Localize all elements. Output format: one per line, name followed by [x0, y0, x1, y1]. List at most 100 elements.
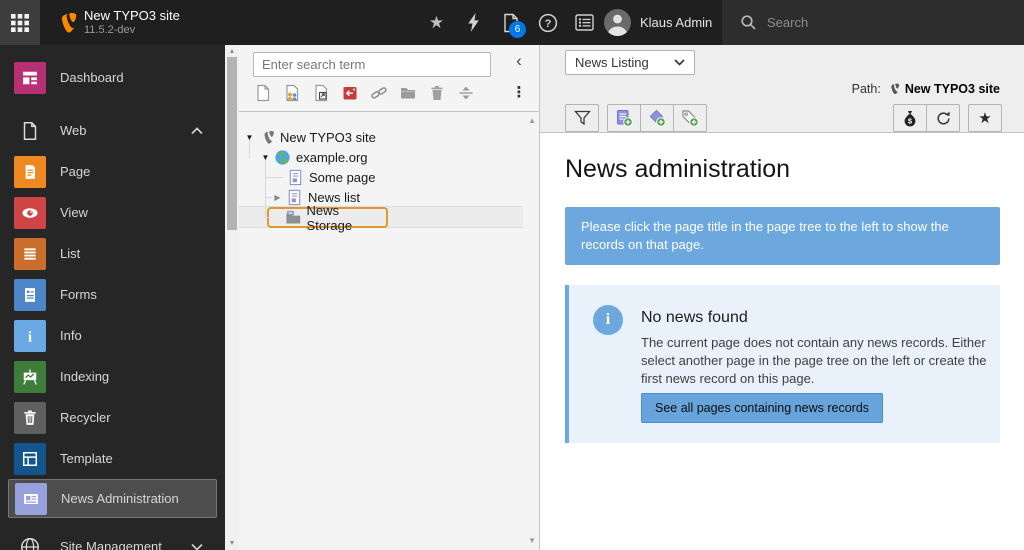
funnel-icon — [574, 110, 591, 126]
docheader-buttons-right: $ ★ — [893, 104, 1002, 132]
tree-node-label: New TYPO3 site — [280, 130, 376, 145]
new-page-icon[interactable] — [254, 84, 272, 102]
bookmark-button[interactable]: ★ — [968, 104, 1002, 132]
sidebar-item-info[interactable]: i Info — [0, 315, 225, 356]
sidebar-item-recycler[interactable]: Recycler — [0, 397, 225, 438]
tree-node-some-page[interactable]: Some page — [239, 167, 539, 187]
svg-text:?: ? — [544, 18, 551, 30]
chevron-down-icon — [191, 543, 203, 550]
new-folder-icon[interactable] — [399, 84, 417, 102]
page-tree: ▼ New TYPO3 site ▼ example.org — [239, 112, 539, 549]
chevron-up-icon — [191, 127, 203, 135]
tree-more-options-button[interactable]: ⋮ — [511, 83, 527, 101]
tree-node-news-list[interactable]: ▶ News list — [239, 187, 539, 207]
view-module-icon — [14, 197, 46, 229]
module-menu: Dashboard Web Page — [0, 45, 225, 550]
search-input[interactable] — [767, 15, 967, 30]
sidebar-group-label: Web — [60, 123, 87, 138]
tree-node-root[interactable]: ▼ New TYPO3 site — [239, 127, 539, 147]
module-menu-toggle-button[interactable] — [0, 0, 40, 45]
add-news-record-button[interactable] — [607, 104, 641, 132]
scrollbar-thumb[interactable] — [227, 57, 237, 230]
list-module-icon — [14, 238, 46, 270]
refresh-button[interactable] — [926, 104, 960, 132]
sidebar-item-forms[interactable]: Forms — [0, 274, 225, 315]
filter-button[interactable] — [565, 104, 599, 132]
donate-button[interactable]: $ — [893, 104, 927, 132]
sidebar-group-web[interactable]: Web — [0, 110, 225, 151]
sidebar-item-template[interactable]: Template — [0, 438, 225, 479]
add-category-button[interactable] — [640, 104, 674, 132]
site-management-group-icon — [14, 531, 46, 550]
callout-title: No news found — [641, 309, 748, 327]
web-group-icon — [14, 115, 46, 147]
path-label: Path: — [852, 82, 881, 96]
tree-node-news-storage[interactable]: News Storage — [239, 206, 523, 228]
page-title: News administration — [565, 155, 790, 184]
username: Klaus Admin — [640, 15, 712, 30]
tree-connector — [265, 177, 283, 178]
opened-documents-badge: 6 — [509, 21, 526, 38]
tag-add-icon — [681, 109, 699, 127]
chevron-down-icon — [674, 59, 685, 66]
new-backend-user-section-icon[interactable] — [283, 84, 301, 102]
global-search[interactable] — [722, 0, 1024, 45]
breadcrumb-path: Path: New TYPO3 site — [852, 82, 1000, 96]
sidebar-item-dashboard[interactable]: Dashboard — [0, 57, 225, 98]
no-news-callout: i No news found The current page does no… — [565, 285, 1000, 443]
module-function-select[interactable]: News Listing — [565, 50, 695, 75]
sidebar-item-label: Template — [60, 451, 113, 466]
sidebar-item-label: Page — [60, 164, 90, 179]
money-bag-icon: $ — [901, 109, 919, 127]
new-external-link-icon[interactable] — [370, 84, 388, 102]
new-mount-point-icon[interactable] — [341, 84, 359, 102]
bookmarks-button[interactable]: ★ — [418, 0, 455, 45]
add-tag-button[interactable] — [673, 104, 707, 132]
module-menu-scrollbar[interactable]: ▲ ▼ — [225, 45, 239, 550]
sidebar-item-news-administration[interactable]: News Administration — [8, 479, 217, 518]
path-site-title: New TYPO3 site — [905, 82, 1000, 96]
new-shortcut-page-icon[interactable] — [312, 84, 330, 102]
news-administration-module-icon — [15, 483, 47, 515]
user-menu[interactable]: Klaus Admin — [604, 0, 712, 45]
list-panel-icon — [575, 14, 594, 31]
caret-collapsed-icon[interactable]: ▶ — [272, 193, 283, 202]
system-information-button[interactable] — [566, 0, 603, 45]
tree-scroll-down-arrow[interactable]: ▼ — [528, 536, 536, 545]
new-page-drag-toolbar — [254, 84, 475, 102]
clear-cache-button[interactable] — [455, 0, 492, 45]
sidebar-item-label: Forms — [60, 287, 97, 302]
search-icon — [740, 14, 757, 31]
help-button[interactable]: ? — [529, 0, 566, 45]
scroll-up-arrow[interactable]: ▲ — [225, 48, 239, 55]
collapse-tree-button[interactable]: ‹ — [509, 51, 529, 71]
typo3-site-icon — [258, 129, 275, 146]
sidebar-group-site-management[interactable]: Site Management — [0, 526, 225, 550]
sidebar-item-indexing[interactable]: Indexing — [0, 356, 225, 397]
sidebar-item-view[interactable]: View — [0, 192, 225, 233]
category-add-icon — [648, 109, 666, 127]
apps-grid-icon — [10, 13, 30, 33]
topbar: New TYPO3 site 11.5.2-dev ★ 6 — [0, 0, 1024, 45]
opened-documents-button[interactable]: 6 — [492, 0, 529, 45]
scroll-down-arrow[interactable]: ▼ — [225, 540, 239, 547]
indexing-module-icon — [14, 361, 46, 393]
sidebar-item-label: Info — [60, 328, 82, 343]
docheader-buttons-left — [565, 104, 707, 132]
info-banner: Please click the page title in the page … — [565, 207, 1000, 265]
sidebar-item-page[interactable]: Page — [0, 151, 225, 192]
new-divider-icon[interactable] — [457, 84, 475, 102]
sidebar-item-list[interactable]: List — [0, 233, 225, 274]
tree-scroll-up-arrow[interactable]: ▲ — [528, 116, 536, 125]
tree-search-input[interactable] — [253, 52, 491, 77]
tree-connector — [265, 217, 271, 218]
tree-selection-ring: News Storage — [267, 207, 388, 228]
star-icon: ★ — [429, 13, 444, 33]
tree-node-site[interactable]: ▼ example.org — [239, 147, 539, 167]
page-tree-panel: ‹ — [239, 45, 540, 550]
news-record-add-icon — [615, 109, 633, 127]
new-recycler-icon[interactable] — [428, 84, 446, 102]
module-body: News administration Please click the pag… — [540, 133, 1024, 550]
see-all-pages-button[interactable]: See all pages containing news records — [641, 393, 883, 423]
lightning-bolt-icon — [466, 13, 481, 32]
